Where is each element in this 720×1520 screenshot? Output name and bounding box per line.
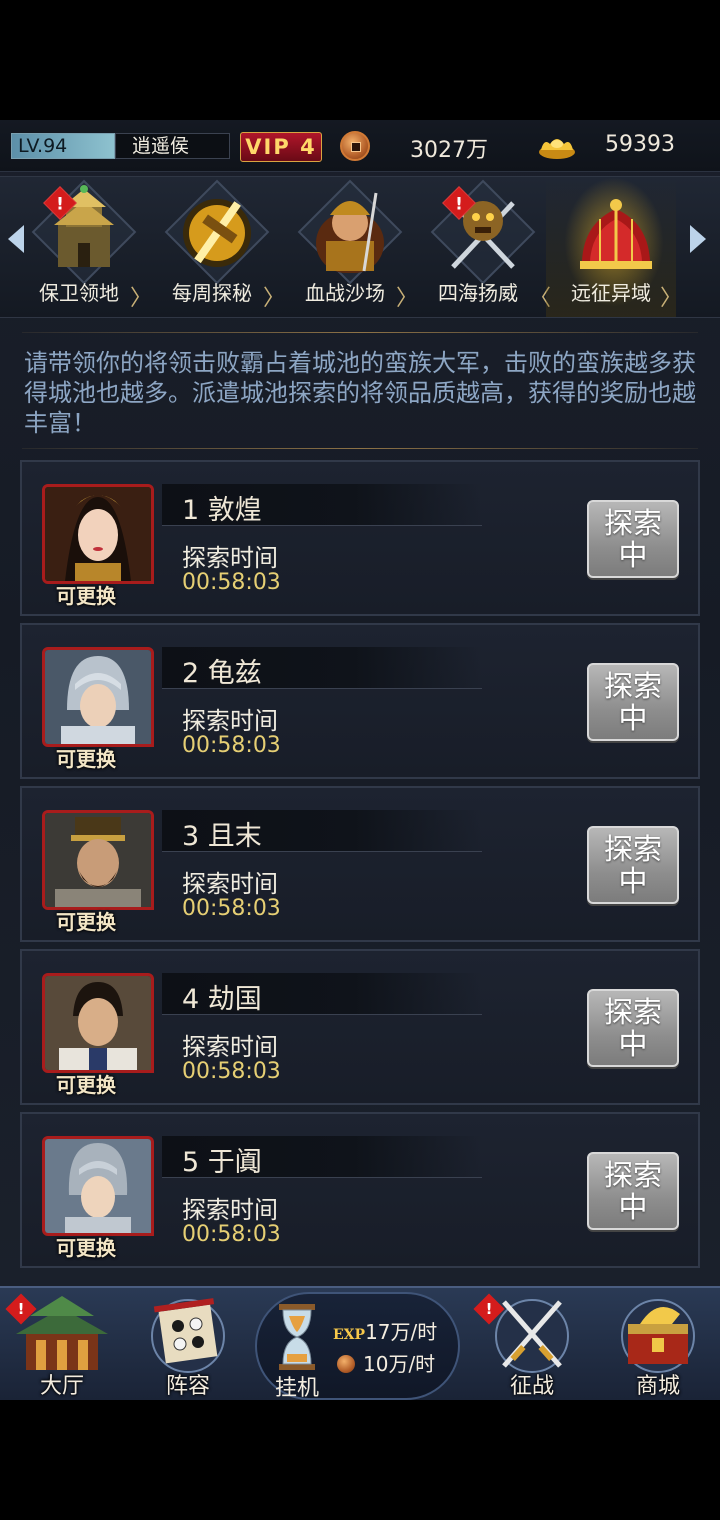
exploring-button[interactable]: 探索中 [587, 500, 679, 578]
general-portrait[interactable] [42, 810, 154, 910]
nav-shop[interactable]: 商城 [598, 1288, 718, 1400]
copper-amount: 3027万 [410, 138, 488, 163]
gold-amount: 59393 [605, 132, 675, 157]
city-name: 5 于阗 [182, 1147, 262, 1178]
lineup-board-icon [151, 1298, 225, 1373]
explore-timer: 00:58:03 [182, 1059, 281, 1084]
nav-hall[interactable]: 大厅 [2, 1288, 122, 1400]
explore-timer: 00:58:03 [182, 896, 281, 921]
expedition-description: 请带领你的将领击败霸占着城池的蛮族大军，击败的蛮族越多获得城池也越多。派遣城池探… [24, 349, 696, 437]
swap-general-label[interactable]: 可更换 [56, 906, 116, 935]
coin-rate: 10万/时 [337, 1348, 435, 1377]
nav-label: 征战 [509, 1374, 554, 1399]
tab-label: 保卫领地 [39, 281, 119, 305]
divider [22, 448, 698, 449]
player-title: 逍遥侯 [115, 133, 230, 159]
coin-rate-value: 10万/时 [363, 1352, 436, 1376]
tab-expedition[interactable]: 远征异域 [546, 177, 676, 317]
city-card: 可更换 5 于阗 探索时间 00:58:03 探索中 [20, 1112, 700, 1268]
nav-idle[interactable]: 挂机 EXP17万/时 10万/时 [255, 1292, 460, 1400]
gold-ingot-icon [539, 139, 575, 159]
explore-time-label: 探索时间 [182, 1033, 278, 1061]
treasure-chest-icon [621, 1299, 695, 1373]
general-portrait[interactable] [42, 647, 154, 747]
swap-general-label[interactable]: 可更换 [56, 1232, 116, 1261]
city-card: 可更换 3 且末 探索时间 00:58:03 探索中 [20, 786, 700, 942]
city-list: 可更换 1 敦煌 探索时间 00:58:03 探索中 可更换 2 龟兹 探索时间 [20, 460, 700, 1275]
tab-four-seas[interactable]: 四海扬威 [413, 177, 543, 317]
alert-badge-icon [5, 1293, 37, 1325]
divider [22, 332, 698, 333]
tab-defend-territory[interactable]: 保卫领地 [14, 177, 144, 317]
city-name: 2 龟兹 [182, 658, 262, 689]
general-portrait[interactable] [42, 973, 154, 1073]
tab-label: 血战沙场 [305, 281, 385, 305]
hourglass-icon [279, 1304, 315, 1370]
tab-battlefield[interactable]: 血战沙场 [280, 177, 410, 317]
general-portrait[interactable] [42, 484, 154, 584]
golden-weapon-icon [183, 199, 251, 267]
tab-label: 四海扬威 [438, 281, 518, 305]
exploring-button[interactable]: 探索中 [587, 826, 679, 904]
copper-coin-icon [337, 1355, 355, 1373]
exploring-button[interactable]: 探索中 [587, 663, 679, 741]
general-portrait-art [45, 487, 151, 581]
exploring-button[interactable]: 探索中 [587, 1152, 679, 1230]
exp-rate: EXP17万/时 [333, 1316, 437, 1345]
game-screen: LV.94 逍遥侯 VIP 4 3027万 59393 保卫领地 [0, 120, 720, 1400]
explore-time-label: 探索时间 [182, 870, 278, 898]
exp-tag: EXP [333, 1327, 366, 1343]
tab-label: 远征异域 [571, 281, 651, 305]
tab-divider: 〉 [660, 286, 683, 311]
war-tent-icon [580, 199, 652, 269]
explore-timer: 00:58:03 [182, 1222, 281, 1247]
nav-label: 阵容 [165, 1374, 210, 1399]
city-card: 可更换 2 龟兹 探索时间 00:58:03 探索中 [20, 623, 700, 779]
general-portrait-art [45, 1139, 151, 1233]
swap-general-label[interactable]: 可更换 [56, 743, 116, 772]
warrior-icon [316, 192, 384, 273]
explore-timer: 00:58:03 [182, 733, 281, 758]
city-card: 可更换 1 敦煌 探索时间 00:58:03 探索中 [20, 460, 700, 616]
explore-time-label: 探索时间 [182, 544, 278, 572]
swap-general-label[interactable]: 可更换 [56, 1069, 116, 1098]
general-portrait-art [45, 813, 151, 907]
swap-general-label[interactable]: 可更换 [56, 580, 116, 609]
nav-label: 挂机 [274, 1376, 319, 1400]
city-card: 可更换 4 劫国 探索时间 00:58:03 探索中 [20, 949, 700, 1105]
tab-weekly-explore[interactable]: 每周探秘 [147, 177, 277, 317]
city-name: 3 且末 [182, 821, 262, 852]
tabs-right-arrow-icon[interactable] [690, 225, 706, 253]
mode-tabs: 保卫领地 〉 每周探秘 〉 血战沙场 〉 [0, 176, 720, 318]
general-portrait[interactable] [42, 1136, 154, 1236]
general-portrait-art [45, 650, 151, 744]
nav-label: 商城 [635, 1374, 680, 1399]
level-indicator: LV.94 [11, 133, 115, 159]
exp-rate-value: 17万/时 [365, 1320, 438, 1344]
general-portrait-art [45, 976, 151, 1070]
explore-time-label: 探索时间 [182, 707, 278, 735]
explore-timer: 00:58:03 [182, 570, 281, 595]
tab-label: 每周探秘 [172, 281, 252, 305]
nav-campaign[interactable]: 征战 [472, 1288, 592, 1400]
vip-badge[interactable]: VIP 4 [240, 132, 322, 162]
bottom-nav: 大厅 阵容 挂机 EXP17万/时 [0, 1286, 720, 1400]
exploring-button[interactable]: 探索中 [587, 989, 679, 1067]
nav-lineup[interactable]: 阵容 [128, 1288, 248, 1400]
city-name: 1 敦煌 [182, 495, 262, 526]
alert-badge-icon [473, 1293, 505, 1325]
explore-time-label: 探索时间 [182, 1196, 278, 1224]
status-bar: LV.94 逍遥侯 VIP 4 3027万 59393 [0, 120, 720, 172]
city-name: 4 劫国 [182, 984, 262, 1015]
copper-coin-icon [340, 131, 370, 161]
nav-label: 大厅 [39, 1374, 84, 1399]
